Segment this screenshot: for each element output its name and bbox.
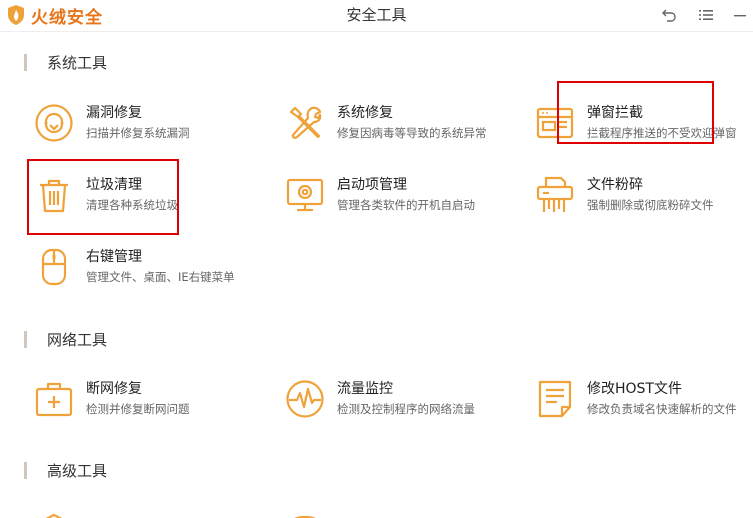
vulnerability-fix-icon: [34, 103, 74, 143]
partial-icon: [294, 515, 316, 518]
tool-startup-manage[interactable]: 启动项管理 管理各类软件的开机自启动: [285, 175, 515, 225]
tool-name: 断网修复: [86, 381, 142, 397]
tool-desc: 强制删除或彻底粉碎文件: [587, 198, 714, 212]
host-file-icon: [535, 379, 575, 419]
back-button[interactable]: [659, 5, 679, 25]
highlight-box-popup-block: [557, 81, 714, 144]
tool-name: 系统修复: [337, 105, 393, 121]
network-repair-kit-icon: [34, 379, 74, 419]
undo-arrow-icon: [662, 9, 676, 22]
tool-name: 启动项管理: [337, 177, 407, 193]
tool-name: 右键管理: [86, 249, 142, 265]
tool-right-click-manage[interactable]: 右键管理 管理文件、桌面、IE右键菜单: [34, 247, 264, 297]
tool-desc: 修复因病毒等导致的系统异常: [337, 126, 487, 140]
tool-name: 文件粉碎: [587, 177, 643, 193]
monitor-startup-icon: [285, 175, 325, 215]
tool-desc: 检测并修复断网问题: [86, 402, 190, 416]
tool-network-repair[interactable]: 断网修复 检测并修复断网问题: [34, 379, 264, 429]
tool-name: 流量监控: [337, 381, 393, 397]
tool-vulnerability-fix[interactable]: 漏洞修复 扫描并修复系统漏洞: [34, 103, 264, 153]
tool-traffic-monitor[interactable]: 流量监控 检测及控制程序的网络流量: [285, 379, 515, 429]
highlight-box-junk-clean: [27, 159, 179, 235]
traffic-monitor-icon: [285, 379, 325, 419]
tool-modify-host[interactable]: 修改HOST文件 修改负责域名快速解析的文件: [535, 379, 753, 429]
partial-icon: [45, 513, 63, 518]
mouse-icon: [34, 247, 74, 287]
shredder-icon: [535, 175, 575, 215]
tool-desc: 检测及控制程序的网络流量: [337, 402, 475, 416]
advanced-row-partial: [0, 508, 753, 518]
section-title-system-tools: 系统工具: [24, 52, 107, 72]
list-menu-icon: [699, 10, 713, 20]
wrench-screwdriver-icon: [285, 103, 325, 143]
tool-desc: 扫描并修复系统漏洞: [86, 126, 190, 140]
tool-desc: 修改负责域名快速解析的文件: [587, 402, 737, 416]
minimize-icon: [734, 15, 746, 17]
tool-desc: 管理文件、桌面、IE右键菜单: [86, 270, 235, 284]
minimize-button[interactable]: [730, 5, 750, 25]
tool-desc: 管理各类软件的开机自启动: [337, 198, 475, 212]
section-title-advanced-tools: 高级工具: [24, 460, 107, 480]
tool-system-repair[interactable]: 系统修复 修复因病毒等导致的系统异常: [285, 103, 515, 153]
tool-file-shred[interactable]: 文件粉碎 强制删除或彻底粉碎文件: [535, 175, 753, 225]
title-bar: 火绒安全 安全工具: [0, 0, 753, 32]
tool-name: 漏洞修复: [86, 105, 142, 121]
tool-name: 修改HOST文件: [587, 381, 682, 397]
window-title: 安全工具: [346, 6, 407, 24]
section-title-network-tools: 网络工具: [24, 329, 107, 349]
menu-button[interactable]: [696, 5, 716, 25]
